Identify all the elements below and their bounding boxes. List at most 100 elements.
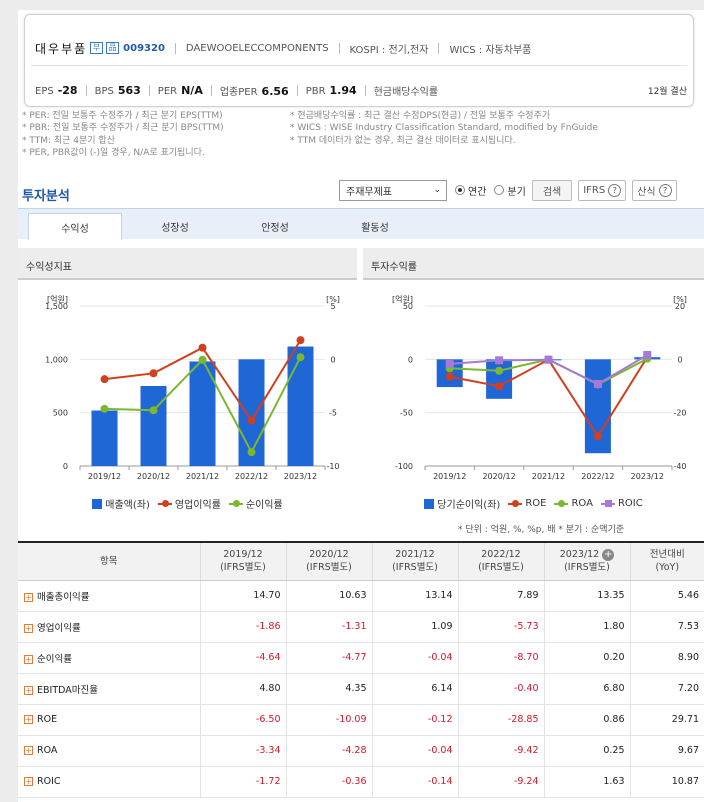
column-basis: (IFRS별도)	[306, 562, 352, 574]
column-basis: (IFRS별도)	[220, 562, 266, 574]
tab-profitability[interactable]: 수익성	[28, 213, 122, 240]
column-header: 전년대비 (YoY)	[629, 541, 704, 581]
divider	[438, 42, 440, 54]
ifrs-label: IFRS	[583, 184, 606, 196]
table-row: + EBITDA마진율 4.80 4.35 6.14 -0.40 6.80 7.20	[18, 673, 704, 705]
expand-plus-icon[interactable]: +	[24, 746, 33, 755]
left-tick-label: 1,500	[45, 302, 68, 311]
investment-return-chart: [억원] [%]-100 -40-50 -200 050 202019/12 2020/12…	[392, 294, 687, 481]
column-year: 2023/12	[559, 549, 600, 561]
column-basis: (IFRS별도)	[564, 562, 610, 574]
search-button[interactable]: 검색	[531, 179, 573, 201]
formula-help-button[interactable]: 산식?	[632, 179, 677, 201]
legend-item[interactable]: ROE	[508, 498, 546, 509]
point	[544, 355, 553, 364]
legend-label: 당기순이익(좌)	[437, 500, 501, 511]
expand-plus-icon[interactable]: +	[24, 685, 33, 695]
radio-quarter[interactable]	[494, 185, 505, 195]
legend-item[interactable]: 매출액(좌)	[92, 496, 150, 511]
metric-label: BPS	[94, 86, 114, 97]
notes-right: * 현금배당수익률 : 최근 결산 수정DPS(현금) / 전일 보통주 수정주…	[290, 110, 598, 147]
row-label: EBITDA마진율	[37, 684, 98, 696]
building-icon[interactable]: 品	[106, 42, 120, 54]
tab-growth[interactable]: 성장성	[128, 213, 222, 240]
value-cell: -0.04	[371, 642, 458, 674]
table-header-row: 항목 2019/12 (IFRS별도) 2020/12 (IFRS별도) 2021/12(…	[18, 541, 704, 581]
column-header: 2019/12 (IFRS별도)	[199, 541, 286, 581]
expand-plus-icon[interactable]: +	[24, 623, 33, 633]
column-basis: (YoY)	[655, 562, 680, 574]
table-row: + 순이익률 -4.64 -4.77 -0.04 -8.70 0.20 8.90	[18, 642, 704, 674]
x-tick-label: 2020/12	[137, 472, 170, 481]
column-basis: (IFRS별도)	[478, 562, 524, 574]
legend-swatch	[424, 498, 435, 509]
x-tick-label: 2019/12	[88, 472, 121, 481]
legend-item[interactable]: 영업이익률	[157, 496, 221, 511]
settle-label: 12월 결산	[647, 87, 687, 97]
legend-label: ROA	[571, 498, 593, 509]
formula-label: 산식	[637, 186, 656, 198]
panel-title: 투자수익률	[363, 248, 704, 280]
value-cell: -4.28	[285, 735, 372, 767]
metric-label: PER	[157, 86, 178, 97]
row-label-cell[interactable]: + ROIC	[18, 766, 200, 798]
bar	[486, 359, 513, 399]
row-label-cell[interactable]: + ROA	[18, 735, 200, 767]
expand-plus-icon[interactable]: +	[24, 654, 33, 664]
metric-label: 업종PER	[219, 87, 258, 98]
value-cell: 1.63	[543, 766, 630, 798]
point	[593, 379, 602, 388]
value-cell: 13.35	[543, 580, 630, 612]
row-label-cell[interactable]: + 영업이익률	[18, 611, 200, 643]
point	[100, 404, 109, 413]
x-tick-label: 2020/12	[482, 472, 515, 481]
metric-item: BPS 563	[95, 84, 141, 97]
expand-plus-icon[interactable]: +	[24, 777, 33, 786]
statement-select[interactable]: 주재무제표 ⌄	[339, 179, 447, 201]
value-cell: -4.64	[199, 642, 286, 674]
legend-item[interactable]: ROIC	[600, 498, 643, 509]
company-header-card: 대우부품 부 品 009320 DAEWOOELECCOMPONENTS KOS…	[24, 14, 694, 107]
value-cell: -0.14	[371, 766, 458, 798]
expand-plus-icon[interactable]: +	[24, 715, 33, 724]
table-row: + 매출총이익률 14.70 10.63 13.14 7.89 13.35 5.46	[18, 580, 704, 612]
row-label-cell[interactable]: + 순이익률	[18, 642, 200, 674]
tab-activity[interactable]: 활동성	[328, 213, 422, 240]
expand-plus-icon[interactable]: +	[24, 592, 33, 602]
divider	[148, 85, 150, 96]
point	[296, 336, 305, 345]
legend-swatch	[554, 499, 569, 507]
metric-item: EPS -28	[35, 84, 78, 97]
value-cell: -0.40	[457, 673, 544, 705]
legend-item[interactable]: 당기순이익(좌)	[424, 496, 500, 511]
legend-marker	[232, 499, 240, 507]
right-tick-label: -20	[673, 409, 686, 418]
row-label: 매출총이익률	[37, 591, 90, 603]
note-line: * TTM 데이터가 없는 경우, 최근 결산 데이터로 표시됩니다.	[290, 135, 516, 146]
ifrs-help-button[interactable]: IFRS?	[578, 179, 627, 201]
tab-stability[interactable]: 안정성	[228, 213, 322, 240]
point	[100, 375, 109, 384]
point	[247, 448, 256, 457]
row-label-cell[interactable]: + 매출총이익률	[18, 580, 200, 612]
row-label-cell[interactable]: + EBITDA마진율	[18, 673, 200, 705]
left-tick-label: 500	[53, 409, 68, 418]
legend-label: 순이익률	[245, 500, 283, 511]
add-column-icon[interactable]: +	[602, 548, 615, 561]
metric-item: PER N/A	[158, 84, 203, 97]
radio-annual[interactable]	[455, 185, 465, 195]
value-cell: -8.70	[457, 642, 544, 674]
row-label-cell[interactable]: + ROE	[18, 704, 200, 736]
value-cell: -4.77	[285, 642, 372, 674]
row-label: ROIC	[37, 776, 61, 787]
x-tick-label: 2023/12	[284, 472, 317, 481]
point	[445, 372, 454, 381]
home-icon[interactable]: 부	[90, 42, 104, 54]
legend-label: 매출액(좌)	[105, 500, 150, 511]
legend-marker	[604, 499, 612, 507]
column-basis: (IFRS별도)	[392, 562, 438, 574]
value-cell: -28.85	[457, 704, 544, 736]
legend-item[interactable]: 순이익률	[228, 496, 283, 511]
metric-value: 563	[117, 84, 141, 97]
legend-item[interactable]: ROA	[554, 498, 593, 509]
